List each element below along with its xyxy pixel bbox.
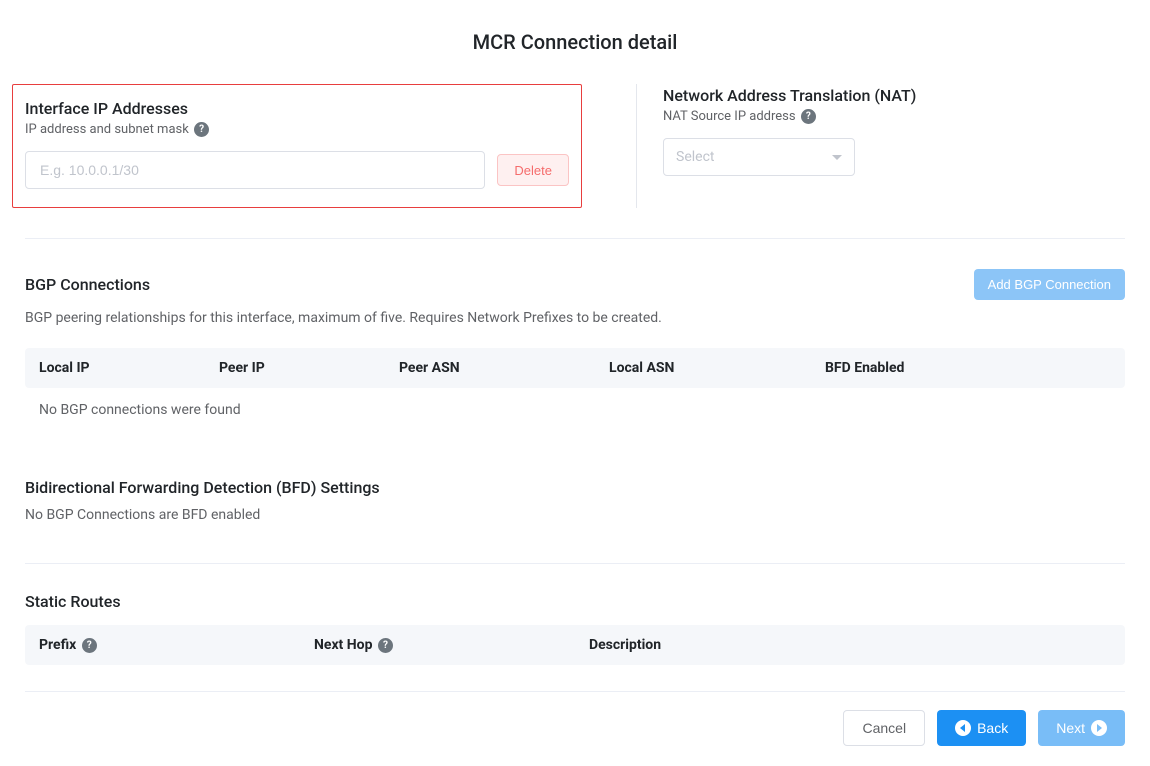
page-title: MCR Connection detail bbox=[0, 30, 1150, 54]
next-label: Next bbox=[1056, 720, 1085, 736]
static-routes-heading: Static Routes bbox=[25, 592, 1125, 611]
bfd-heading: Bidirectional Forwarding Detection (BFD)… bbox=[25, 478, 1125, 497]
footer-actions: Cancel Back Next bbox=[0, 692, 1150, 746]
bgp-col-local-ip: Local IP bbox=[39, 360, 219, 376]
nat-subtext: NAT Source IP address bbox=[663, 109, 796, 124]
nat-select-placeholder: Select bbox=[676, 149, 714, 165]
bgp-col-bfd-enabled: BFD Enabled bbox=[825, 360, 1111, 376]
static-col-next-hop-label: Next Hop bbox=[314, 637, 372, 653]
bfd-text: No BGP Connections are BFD enabled bbox=[25, 507, 1125, 523]
chevron-down-icon bbox=[832, 155, 842, 160]
back-label: Back bbox=[977, 720, 1008, 736]
static-col-prefix-label: Prefix bbox=[39, 637, 76, 653]
add-bgp-button[interactable]: Add BGP Connection bbox=[974, 269, 1125, 300]
static-table-header: Prefix ? Next Hop ? Description bbox=[25, 625, 1125, 665]
nat-source-select[interactable]: Select bbox=[663, 138, 855, 176]
arrow-right-icon bbox=[1091, 720, 1107, 736]
delete-ip-button[interactable]: Delete bbox=[497, 154, 569, 186]
bgp-heading: BGP Connections bbox=[25, 275, 150, 294]
nat-sublabel: NAT Source IP address ? bbox=[663, 109, 1138, 124]
interface-ip-card: Interface IP Addresses IP address and su… bbox=[12, 84, 582, 208]
help-icon[interactable]: ? bbox=[378, 638, 393, 653]
ip-address-input[interactable] bbox=[25, 151, 485, 189]
static-col-prefix: Prefix ? bbox=[39, 637, 314, 653]
bgp-col-peer-asn: Peer ASN bbox=[399, 360, 609, 376]
bgp-table-header: Local IP Peer IP Peer ASN Local ASN BFD … bbox=[25, 348, 1125, 388]
nat-heading: Network Address Translation (NAT) bbox=[663, 86, 1138, 105]
nat-card: Network Address Translation (NAT) NAT So… bbox=[663, 84, 1138, 208]
interface-ip-sublabel: IP address and subnet mask ? bbox=[25, 122, 569, 137]
static-col-next-hop: Next Hop ? bbox=[314, 637, 589, 653]
interface-ip-heading: Interface IP Addresses bbox=[25, 99, 569, 118]
bgp-empty-row: No BGP connections were found bbox=[25, 388, 1125, 448]
cancel-button[interactable]: Cancel bbox=[843, 710, 925, 746]
interface-ip-subtext: IP address and subnet mask bbox=[25, 122, 189, 137]
help-icon[interactable]: ? bbox=[194, 122, 209, 137]
help-icon[interactable]: ? bbox=[82, 638, 97, 653]
bgp-col-peer-ip: Peer IP bbox=[219, 360, 399, 376]
bgp-description: BGP peering relationships for this inter… bbox=[25, 310, 1125, 326]
back-button[interactable]: Back bbox=[937, 710, 1026, 746]
help-icon[interactable]: ? bbox=[801, 109, 816, 124]
vertical-divider bbox=[636, 84, 637, 208]
arrow-left-icon bbox=[955, 720, 971, 736]
next-button[interactable]: Next bbox=[1038, 710, 1125, 746]
static-col-description: Description bbox=[589, 637, 1111, 653]
bgp-col-local-asn: Local ASN bbox=[609, 360, 825, 376]
